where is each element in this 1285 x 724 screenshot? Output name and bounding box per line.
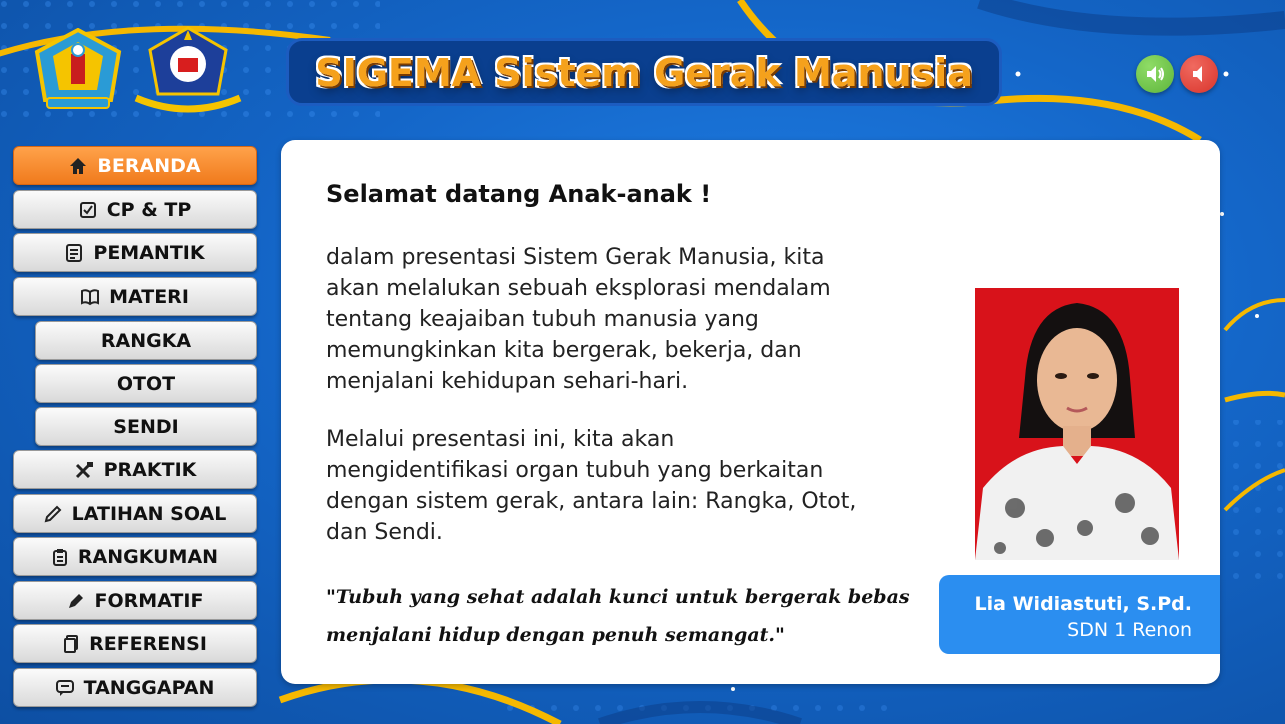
nav-otot[interactable]: OTOT [35,364,257,403]
paragraph-line: dengan sistem gerak, antara lain: Rangka… [326,489,857,514]
app-title: SIGEMA Sistem Gerak Manusia [286,38,1002,106]
pen-icon [68,593,83,608]
nav-label: MATERI [109,285,189,308]
teacher-name-tag: Lia Widiastuti, S.Pd. SDN 1 Renon [939,575,1220,654]
nav-praktik[interactable]: PRAKTIK [13,450,257,489]
sound-on-button[interactable] [1136,55,1174,93]
nav-cp-tp[interactable]: CP & TP [13,190,257,229]
motivational-quote: "Tubuh yang sehat adalah kunci untuk ber… [326,578,926,654]
nav-label: LATIHAN SOAL [71,502,227,525]
nav-label: PRAKTIK [103,458,197,481]
nav-formatif[interactable]: FORMATIF [13,581,257,620]
paragraph-line: akan melalukan sebuah eksplorasi mendala… [326,276,831,301]
nav-latihan-soal[interactable]: LATIHAN SOAL [13,494,257,533]
book-icon [81,288,100,305]
speaker-mute-icon [1193,66,1202,82]
nav-tanggapan[interactable]: TANGGAPAN [13,668,257,707]
clipboard-icon [52,548,67,566]
nav-label: OTOT [116,372,176,395]
nav-label: BERANDA [97,154,201,177]
nav-label: RANGKUMAN [77,545,219,568]
app-window: SIGEMA Sistem Gerak Manusia BERANDA CP &… [0,0,1285,724]
nav-beranda[interactable]: BERANDA [13,146,257,185]
objective-paragraph: Melalui presentasi ini, kita akan mengid… [326,424,926,548]
content-card: Selamat datang Anak-anak ! dalam present… [281,140,1220,684]
nav-label: CP & TP [106,198,192,221]
pencil-icon [44,505,62,522]
teacher-school: SDN 1 Renon [1067,619,1192,641]
paragraph-line: mengidentifikasi organ tubuh yang berkai… [326,458,824,483]
school-crest-icon [134,26,242,113]
district-emblem-icon [34,27,122,109]
paragraph-line: menjalani kehidupan sehari-hari. [326,369,689,394]
paragraph-line: dalam presentasi Sistem Gerak Manusia, k… [326,245,825,270]
district-logo [33,27,123,112]
nav-sendi[interactable]: SENDI [35,407,257,446]
welcome-heading: Selamat datang Anak-anak ! [326,180,712,208]
quote-line: menjalani hidup dengan penuh semangat." [326,624,785,646]
teacher-portrait-icon [975,288,1179,560]
nav-label: RANGKA [100,329,192,352]
paragraph-line: tentang keajaiban tubuh manusia yang [326,307,759,332]
quote-line: "Tubuh yang sehat adalah kunci untuk ber… [326,586,910,608]
paragraph-line: dan Sendi. [326,520,443,545]
documents-icon [64,634,79,653]
checklist-icon [79,201,96,218]
nav-label: SENDI [113,415,179,438]
nav-label: TANGGAPAN [83,676,215,699]
nav-label: PEMANTIK [93,241,205,264]
teacher-name: Lia Widiastuti, S.Pd. [974,593,1192,615]
teacher-photo [975,288,1179,560]
sound-off-button[interactable] [1180,55,1218,93]
note-icon [66,243,83,262]
paragraph-line: memungkinkan kita bergerak, bekerja, dan [326,338,802,363]
nav-label: FORMATIF [94,589,204,612]
nav-materi[interactable]: MATERI [13,277,257,316]
title-banner: SIGEMA Sistem Gerak Manusia [286,38,1002,106]
paragraph-line: Melalui presentasi ini, kita akan [326,427,675,452]
intro-paragraph: dalam presentasi Sistem Gerak Manusia, k… [326,242,926,397]
nav-referensi[interactable]: REFERENSI [13,624,257,663]
home-icon [70,157,87,174]
nav-rangkuman[interactable]: RANGKUMAN [13,537,257,576]
nav-pemantik[interactable]: PEMANTIK [13,233,257,272]
nav-rangka[interactable]: RANGKA [35,321,257,360]
speaker-on-icon [1147,66,1164,82]
tools-icon [75,461,93,478]
school-logo [132,24,244,116]
nav-label: REFERENSI [89,632,207,655]
chat-icon [55,679,74,696]
